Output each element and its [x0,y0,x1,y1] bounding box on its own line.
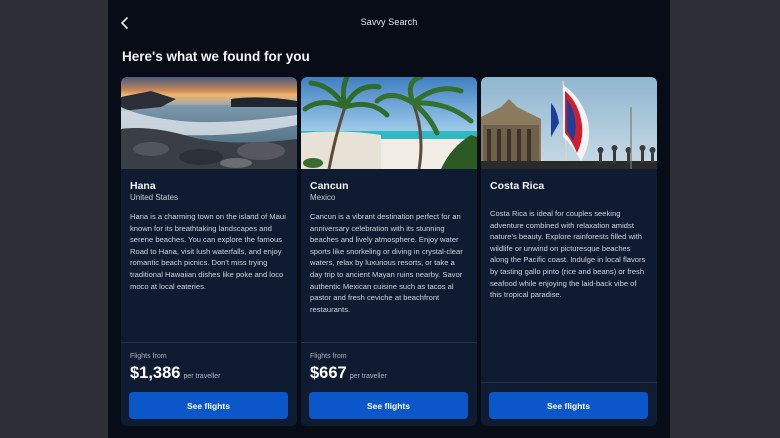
rocky-beach-sunset-photo [121,77,297,169]
destination-description: Cancun is a vibrant destination perfect … [310,212,463,314]
per-traveller-label: per traveller [349,373,387,380]
destination-country: United States [130,193,179,202]
top-bar: Savvy Search [108,0,670,44]
destination-image [121,77,297,169]
destination-card-hana[interactable]: Hana United States Hana is a charming to… [121,77,297,426]
left-backdrop [0,0,108,438]
destination-card-costa-rica[interactable]: Costa Rica Costa Rica is ideal for coupl… [481,77,657,426]
price-row: $1,386 per traveller [130,364,220,383]
per-traveller-label: per traveller [183,373,221,380]
savvy-search-panel: Savvy Search Here's what we found for yo… [108,0,670,438]
destination-name: Costa Rica [490,180,545,192]
see-flights-button[interactable]: See flights [309,392,468,419]
flights-from-label: Flights from [310,353,347,360]
page-title: Savvy Search [360,17,418,27]
divider [301,342,477,343]
destination-image [301,77,477,169]
destination-image [481,77,657,169]
destination-card-cancun[interactable]: Cancun Mexico Cancun is a vibrant destin… [301,77,477,426]
costa-rica-flag-photo [481,77,657,169]
divider [481,382,657,383]
destination-country: Mexico [310,193,336,202]
right-backdrop [670,0,780,438]
destination-description: Costa Rica is ideal for couples seeking … [490,209,646,300]
destination-description: Hana is a charming town on the island of… [130,212,286,291]
price: $1,386 [130,364,181,382]
results-heading: Here's what we found for you [122,49,310,64]
palm-tree-beach-photo [301,77,477,169]
divider [121,342,297,343]
destination-name: Cancun [310,180,349,192]
price: $667 [310,364,347,382]
destination-name: Hana [130,180,156,192]
see-flights-button[interactable]: See flights [489,392,648,419]
price-row: $667 per traveller [310,364,387,383]
see-flights-button[interactable]: See flights [129,392,288,419]
flights-from-label: Flights from [130,353,167,360]
